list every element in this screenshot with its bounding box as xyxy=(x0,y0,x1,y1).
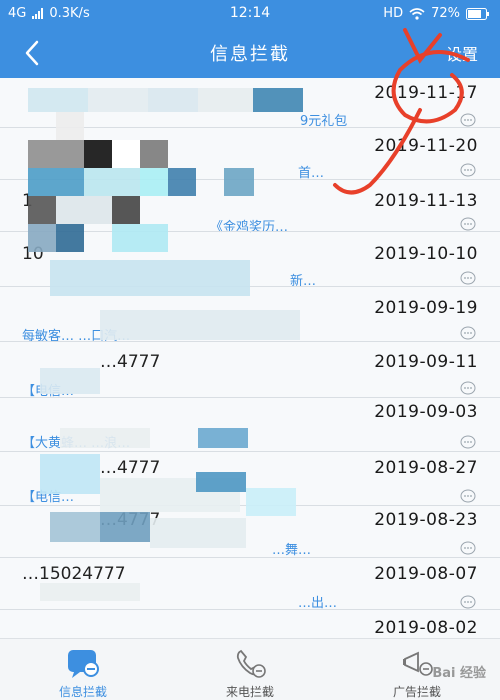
tab-message-block[interactable]: 信息拦截 xyxy=(0,639,166,700)
redaction-block xyxy=(40,583,140,601)
chat-bubble-icon xyxy=(460,435,476,449)
nav-bar: 信息拦截 设置 xyxy=(0,28,500,78)
redaction-block xyxy=(112,196,140,224)
message-date: 2019-09-03 xyxy=(374,402,478,422)
redaction-block xyxy=(140,168,168,196)
redaction-block xyxy=(100,512,150,542)
message-date: 2019-10-10 xyxy=(374,244,478,264)
redaction-block xyxy=(60,428,150,448)
redaction-block xyxy=(56,196,112,224)
message-date: 2019-09-11 xyxy=(374,352,478,372)
redaction-block xyxy=(56,112,84,140)
message-date: 2019-11-13 xyxy=(374,191,478,211)
chat-bubble-icon xyxy=(460,541,476,555)
redaction-block xyxy=(40,368,100,394)
list-item[interactable]: 2019-08-02 xyxy=(0,610,500,638)
chat-bubble-icon xyxy=(460,489,476,503)
hd-badge: HD xyxy=(383,6,404,21)
status-right: HD 72% xyxy=(383,6,490,21)
redaction-block xyxy=(112,224,168,252)
sender-number: …4777 xyxy=(100,352,161,372)
redaction-block xyxy=(28,168,84,196)
battery-percent: 72% xyxy=(431,6,460,21)
settings-button[interactable]: 设置 xyxy=(446,41,478,65)
sender-number: …4777 xyxy=(100,458,161,478)
chat-bubble-icon xyxy=(460,326,476,340)
chat-bubble-icon xyxy=(460,113,476,127)
tab-label: 信息拦截 xyxy=(58,685,107,699)
message-date: 2019-08-02 xyxy=(374,618,478,638)
message-date: 2019-11-17 xyxy=(374,83,478,103)
redaction-block xyxy=(28,140,84,168)
chat-bubble-icon xyxy=(460,381,476,395)
chat-bubble-icon xyxy=(460,163,476,177)
ad-block-icon xyxy=(403,651,433,676)
redaction-block xyxy=(100,310,300,340)
wifi-icon xyxy=(409,7,425,20)
message-date: 2019-09-19 xyxy=(374,298,478,318)
redaction-block xyxy=(168,168,196,196)
redaction-block xyxy=(84,140,112,168)
chat-bubble-icon xyxy=(460,217,476,231)
chat-bubble-icon xyxy=(460,595,476,609)
redaction-block xyxy=(88,88,148,112)
tab-label: 来电拦截 xyxy=(225,685,274,699)
screen: 4G 0.3K/s 12:14 HD 72% 信息拦截 设置 9元礼包 2019… xyxy=(0,0,500,700)
redaction-block xyxy=(224,168,254,196)
redaction-block xyxy=(148,88,198,112)
redaction-block xyxy=(28,224,56,252)
bottom-tab-bar: 信息拦截 来电拦截 广告拦截 Bai 经验 xyxy=(0,638,500,700)
message-block-icon xyxy=(68,650,99,678)
message-date: 2019-08-27 xyxy=(374,458,478,478)
message-preview: …舞… xyxy=(272,543,312,558)
watermark: Bai 经验 xyxy=(432,666,486,681)
redaction-block xyxy=(140,140,168,168)
redaction-block xyxy=(50,512,100,542)
redaction-block xyxy=(198,88,253,112)
chat-bubble-icon xyxy=(460,271,476,285)
redaction-block xyxy=(28,196,56,224)
phone-block-icon xyxy=(236,649,266,678)
redaction-block xyxy=(112,140,140,168)
redaction-block xyxy=(84,168,140,196)
message-date: 2019-11-20 xyxy=(374,136,478,156)
battery-icon xyxy=(466,7,490,20)
redaction-block xyxy=(150,518,246,548)
message-date: 2019-08-07 xyxy=(374,564,478,584)
redaction-block xyxy=(56,224,84,252)
redaction-block xyxy=(50,260,250,296)
blocked-message-list: 9元礼包 2019-11-17 2019-11-20 首… 1 2019-11-… xyxy=(0,78,500,638)
redaction-block xyxy=(246,488,296,516)
status-bar: 4G 0.3K/s 12:14 HD 72% xyxy=(0,0,500,28)
tab-label: 广告拦截 xyxy=(392,685,441,699)
redaction-block xyxy=(28,88,88,112)
redaction-block xyxy=(40,454,100,494)
redaction-block xyxy=(253,88,303,112)
message-date: 2019-08-23 xyxy=(374,510,478,530)
redaction-block xyxy=(196,472,246,492)
redaction-block xyxy=(198,428,248,448)
tab-call-block[interactable]: 来电拦截 xyxy=(167,639,333,700)
page-title: 信息拦截 xyxy=(210,44,290,65)
sender-number: …15024777 xyxy=(22,564,126,584)
